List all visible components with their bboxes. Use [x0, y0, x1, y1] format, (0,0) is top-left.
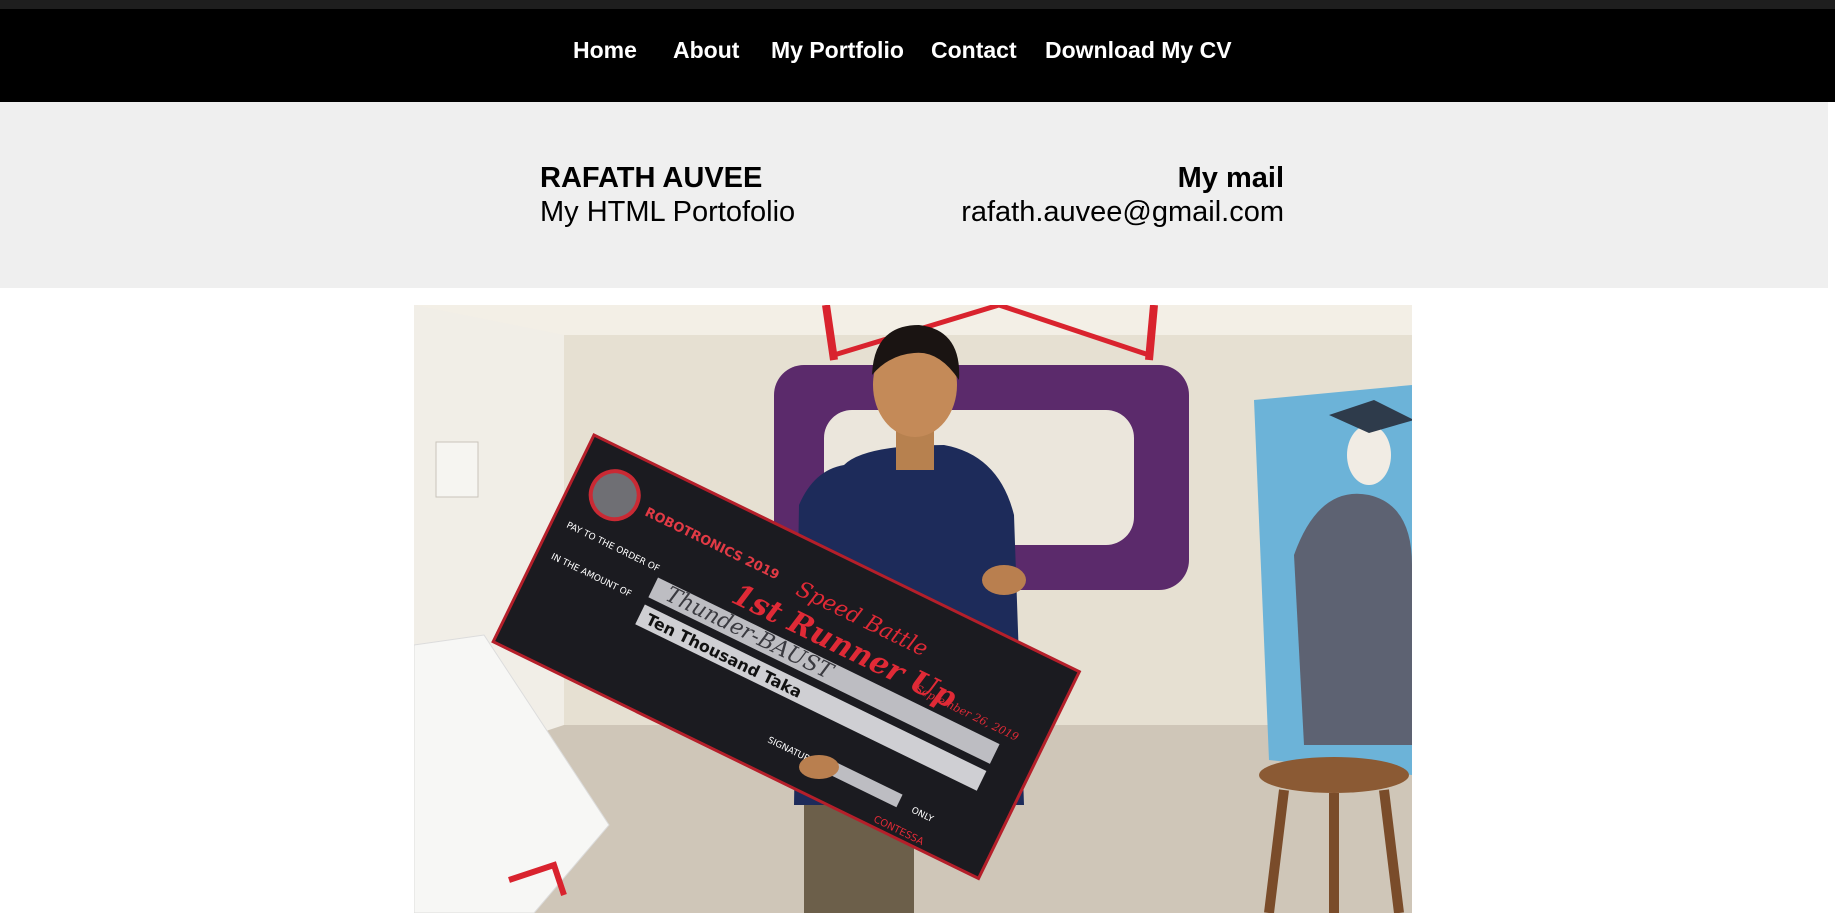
browser-top-strip — [0, 0, 1835, 9]
nav-link-home[interactable]: Home — [573, 37, 637, 64]
portfolio-photo: ROBOTRONICS 2019 Speed Battle 1st Runner… — [414, 305, 1412, 913]
nav-link-my-portfolio[interactable]: My Portfolio — [771, 37, 904, 64]
nav-link-contact[interactable]: Contact — [931, 37, 1017, 64]
profile-subtitle: My HTML Portofolio — [540, 196, 796, 228]
top-navigation: Home About My Portfolio Contact Download… — [0, 9, 1835, 102]
mail-heading: My mail — [1177, 162, 1284, 194]
photo-illustration: ROBOTRONICS 2019 Speed Battle 1st Runner… — [414, 305, 1412, 913]
email-address: rafath.auvee@gmail.com — [961, 196, 1284, 228]
nav-link-download-cv[interactable]: Download My CV — [1045, 37, 1232, 64]
profile-header: RAFATH AUVEE My HTML Portofolio My mail … — [0, 102, 1828, 288]
profile-name: RAFATH AUVEE — [540, 162, 763, 194]
nav-link-about[interactable]: About — [673, 37, 739, 64]
